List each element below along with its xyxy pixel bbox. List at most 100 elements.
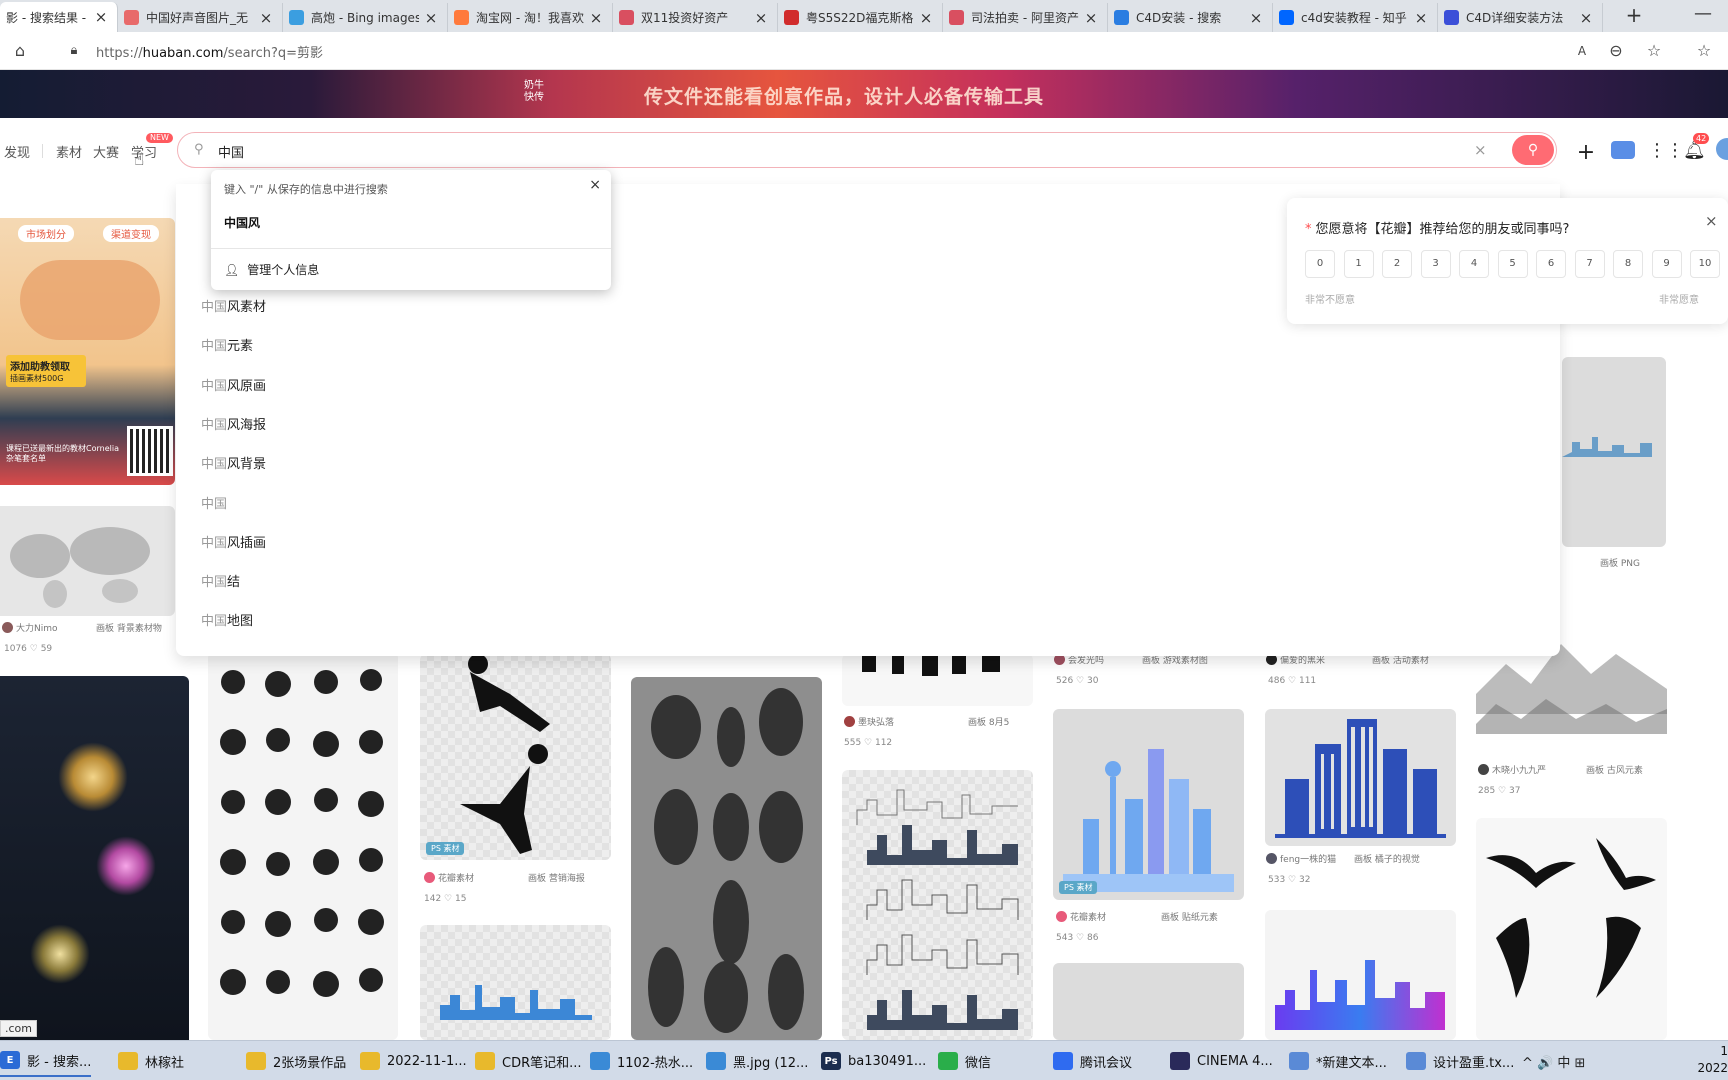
search-suggestion-item[interactable]: 中国风插画 xyxy=(201,532,266,551)
search-suggestion-item[interactable]: 中国 xyxy=(201,493,227,512)
browser-tab[interactable]: 双11投资好资产 × xyxy=(613,3,778,32)
browser-tab[interactable]: C4D安装 - 搜索 × xyxy=(1108,3,1273,32)
survey-score-button[interactable]: 9 xyxy=(1651,250,1682,278)
system-clock[interactable]: 1 2022 xyxy=(1682,1043,1728,1077)
taskbar-item[interactable]: 2张场景作品 xyxy=(246,1045,346,1077)
image-card-figures[interactable] xyxy=(631,677,822,1040)
card-board[interactable]: 画板 贴纸元素 xyxy=(1161,910,1218,923)
tab-close-icon[interactable]: × xyxy=(1248,9,1264,27)
image-card-swallows[interactable] xyxy=(1476,818,1667,1040)
browser-tab[interactable]: 影 - 搜索结果 - 花 × xyxy=(0,2,118,32)
survey-score-button[interactable]: 1 xyxy=(1343,250,1374,278)
card-board[interactable]: 画板 背景素材物 xyxy=(96,621,162,634)
image-card-people[interactable] xyxy=(842,654,1033,706)
image-card-jump[interactable]: PS 素材 xyxy=(420,654,611,860)
close-icon[interactable]: × xyxy=(589,177,601,193)
nav-contest[interactable]: 大赛 xyxy=(93,142,119,161)
search-suggestion-item[interactable]: 中国结 xyxy=(201,571,240,590)
tab-close-icon[interactable]: × xyxy=(423,9,439,27)
window-minimize-button[interactable]: — xyxy=(1688,4,1718,28)
search-suggestion-item[interactable]: 中国元素 xyxy=(201,335,253,354)
tab-close-icon[interactable]: × xyxy=(1083,9,1099,27)
ad-card[interactable]: 市场划分 渠道变现 添加助教领取 插画素材500G 课程已送最新出的教材Corne… xyxy=(0,218,175,485)
nav-discover[interactable]: 发现 xyxy=(4,142,30,161)
ad-button[interactable]: 添加助教领取 插画素材500G xyxy=(6,355,86,387)
lock-icon[interactable]: 🔒︎ xyxy=(64,41,84,61)
image-card-skyline-png[interactable] xyxy=(1562,357,1666,547)
browser-tab[interactable]: 中国好声音图片_无 × xyxy=(118,3,283,32)
survey-score-button[interactable]: 3 xyxy=(1420,250,1451,278)
survey-score-button[interactable]: 6 xyxy=(1536,250,1566,278)
taskbar-item[interactable]: 林稼社 xyxy=(118,1045,184,1077)
browser-tab[interactable]: 高炮 - Bing images × xyxy=(283,3,448,32)
user-avatar[interactable] xyxy=(1716,138,1728,160)
favorite-add-icon[interactable]: ☆ xyxy=(1644,41,1664,61)
tab-close-icon[interactable]: × xyxy=(258,9,274,27)
card-board[interactable]: 画板 营销海报 xyxy=(528,871,585,884)
survey-score-button[interactable]: 4 xyxy=(1459,250,1489,278)
card-board[interactable]: 画板 古风元素 xyxy=(1586,763,1643,776)
survey-score-button[interactable]: 7 xyxy=(1574,250,1605,278)
close-icon[interactable]: × xyxy=(1705,212,1718,230)
taskbar-item[interactable]: CINEMA 4... xyxy=(1170,1045,1273,1077)
taskbar-item[interactable]: *新建文本... xyxy=(1289,1045,1387,1077)
image-card-shanghai[interactable]: PS 素材 xyxy=(1053,709,1244,900)
search-button[interactable]: ⚲ xyxy=(1512,135,1554,165)
taskbar-item[interactable]: Ps ba130491... xyxy=(821,1045,926,1077)
taskbar-item[interactable]: 2022-11-1... xyxy=(360,1045,467,1077)
browser-tab[interactable]: c4d安装教程 - 知乎 × xyxy=(1273,3,1438,32)
tab-close-icon[interactable]: × xyxy=(753,9,769,27)
search-input[interactable] xyxy=(218,141,1418,161)
nav-materials[interactable]: 素材 xyxy=(56,142,82,161)
browser-tab[interactable]: C4D详细安装方法 × xyxy=(1438,3,1603,32)
tab-close-icon[interactable]: × xyxy=(1578,9,1594,27)
card-author[interactable]: 花瓣素材 xyxy=(424,871,474,884)
tab-close-icon[interactable]: × xyxy=(588,9,604,27)
image-card-neon-city[interactable] xyxy=(1265,910,1456,1040)
favorites-icon[interactable]: ☆ xyxy=(1694,41,1714,61)
image-card-skyline-blue[interactable] xyxy=(420,925,611,1040)
image-card-game-icons[interactable] xyxy=(0,676,189,1040)
image-card-skylines[interactable] xyxy=(842,770,1033,1040)
search-suggestion-item[interactable]: 中国风海报 xyxy=(201,414,266,433)
tab-close-icon[interactable]: × xyxy=(93,8,109,26)
card-author[interactable]: feng一株的猫 xyxy=(1266,852,1336,865)
upload-icon[interactable] xyxy=(1611,141,1635,159)
search-bar[interactable]: ⚲ × ⚲ xyxy=(177,132,1557,168)
card-board[interactable]: 画板 PNG xyxy=(1600,556,1640,569)
taskbar-item[interactable]: 微信 xyxy=(938,1045,991,1077)
survey-score-button[interactable]: 8 xyxy=(1613,250,1643,278)
system-tray[interactable]: ^ 🔊 中 ⊞ xyxy=(1522,1052,1585,1071)
manage-personal-info-link[interactable]: 👤︎ 管理个人信息 xyxy=(224,261,319,278)
taskbar-item[interactable]: E 影 - 搜索... xyxy=(0,1045,92,1077)
card-author[interactable]: 木晓小九九严 xyxy=(1478,763,1546,776)
url-field[interactable]: https://huaban.com/search?q=剪影 xyxy=(96,42,323,61)
search-suggestion-item[interactable]: 中国风背景 xyxy=(201,453,266,472)
browser-tab[interactable]: 粤S5S22D福克斯格 × xyxy=(778,3,943,32)
card-board[interactable]: 画板 8月5 xyxy=(968,715,1009,728)
autofill-suggestion[interactable]: 中国风 xyxy=(224,214,260,231)
taskbar-item[interactable]: CDR笔记和... xyxy=(475,1045,582,1077)
survey-score-button[interactable]: 10 xyxy=(1690,250,1720,278)
search-suggestion-item[interactable]: 中国地图 xyxy=(201,610,253,629)
search-suggestion-item[interactable]: 中国风素材 xyxy=(201,296,266,315)
taskbar-item[interactable]: 黑.jpg (12... xyxy=(706,1045,808,1077)
card-author[interactable]: 墨玦弘落 xyxy=(844,715,894,728)
image-card-placeholder[interactable] xyxy=(1053,963,1244,1040)
browser-tab[interactable]: 淘宝网 - 淘！我喜欢 × xyxy=(448,3,613,32)
home-icon[interactable]: ⌂ xyxy=(10,41,30,61)
survey-score-button[interactable]: 5 xyxy=(1497,250,1528,278)
survey-score-button[interactable]: 2 xyxy=(1382,250,1412,278)
survey-score-button[interactable]: 0 xyxy=(1305,250,1335,278)
read-aloud-icon[interactable]: A xyxy=(1572,41,1592,61)
promo-banner[interactable]: 奶牛 快传 传文件还能看创意作品，设计人必备传输工具 xyxy=(0,70,1728,118)
browser-tab[interactable]: 司法拍卖 - 阿里资产 × xyxy=(943,3,1108,32)
tab-close-icon[interactable]: × xyxy=(918,9,934,27)
card-author[interactable]: 花瓣素材 xyxy=(1056,910,1106,923)
card-board[interactable]: 画板 橘子的视觉 xyxy=(1354,852,1420,865)
image-card-silhouettes[interactable] xyxy=(208,652,398,1040)
card-author[interactable]: 大力Nimo xyxy=(2,621,58,634)
zoom-out-icon[interactable]: ⊖ xyxy=(1606,41,1626,61)
image-card-world-map[interactable] xyxy=(0,506,175,616)
search-suggestion-item[interactable]: 中国风原画 xyxy=(201,375,266,394)
